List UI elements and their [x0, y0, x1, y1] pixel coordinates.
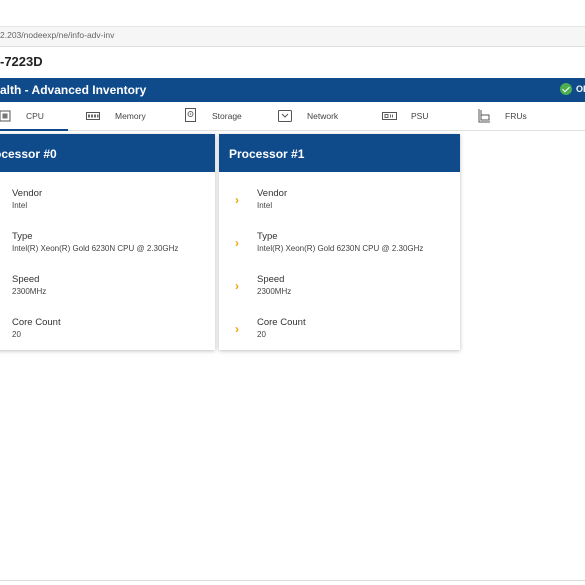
info-row-core-count: Core Count 20 [0, 317, 215, 357]
info-row-type[interactable]: › Type Intel(R) Xeon(R) Gold 6230N CPU @… [219, 231, 460, 271]
processor-card-1: Processor #1 › Vendor Intel › Type Intel… [219, 134, 460, 350]
row-value: Intel [257, 201, 273, 210]
tab-cpu[interactable]: CPU [0, 102, 68, 130]
info-row-vendor: Vendor Intel [0, 188, 215, 228]
tab-network[interactable]: Network [274, 102, 354, 130]
tab-label-storage: Storage [212, 111, 242, 121]
tab-storage[interactable]: Storage [180, 102, 260, 130]
processor-card-header: Processor #1 [219, 134, 460, 172]
tab-frus[interactable]: FRUs [475, 102, 545, 130]
hostname-title: -7223D [0, 54, 43, 69]
row-value: 2300MHz [12, 287, 47, 296]
processor-title: Processor #1 [229, 147, 305, 161]
url-text[interactable]: 2.203/nodeexp/ne/info-adv-inv [0, 30, 114, 40]
row-label: Type [12, 231, 33, 242]
tab-label-memory: Memory [115, 111, 146, 121]
check-circle-icon [560, 83, 572, 95]
chevron-right-icon[interactable]: › [235, 279, 239, 293]
processor-title: ocessor #0 [0, 147, 57, 161]
row-value: 20 [12, 330, 21, 339]
row-value: Intel(R) Xeon(R) Gold 6230N CPU @ 2.30GH… [12, 244, 179, 253]
row-label: Vendor [257, 188, 288, 199]
cpu-icon [0, 110, 11, 122]
chevron-right-icon[interactable]: › [235, 322, 239, 336]
processor-card-0: ocessor #0 Vendor Intel Type Intel(R) Xe… [0, 134, 215, 350]
browser-top-strip [0, 0, 585, 27]
info-row-type: Type Intel(R) Xeon(R) Gold 6230N CPU @ 2… [0, 231, 215, 271]
tab-memory[interactable]: Memory [80, 102, 160, 130]
tab-label-cpu: CPU [26, 111, 44, 121]
row-value: 2300MHz [257, 287, 292, 296]
row-label: Type [257, 231, 278, 242]
info-row-speed: Speed 2300MHz [0, 274, 215, 314]
tab-label-psu: PSU [411, 111, 429, 121]
fru-icon [478, 109, 490, 123]
row-value: 20 [257, 330, 266, 339]
tab-psu[interactable]: PSU [380, 102, 440, 130]
memory-icon [86, 112, 100, 120]
info-row-speed[interactable]: › Speed 2300MHz [219, 274, 460, 314]
row-value: Intel(R) Xeon(R) Gold 6230N CPU @ 2.30GH… [257, 244, 424, 253]
row-label: Core Count [257, 317, 306, 328]
row-label: Vendor [12, 188, 43, 199]
page-title: alth - Advanced Inventory [0, 83, 147, 97]
chevron-right-icon[interactable]: › [235, 236, 239, 250]
page-title-bar: alth - Advanced Inventory OI [0, 78, 585, 102]
storage-icon [185, 108, 196, 122]
tab-label-frus: FRUs [505, 111, 527, 121]
bottom-divider [0, 580, 585, 581]
address-bar[interactable]: 2.203/nodeexp/ne/info-adv-inv [0, 27, 585, 47]
tab-bar: CPU Memory Storage Network PSU FRUs [0, 102, 585, 131]
chevron-right-icon[interactable]: › [235, 193, 239, 207]
psu-icon [382, 112, 397, 120]
selected-tab-indicator [0, 129, 68, 131]
network-icon [278, 110, 292, 122]
row-value: Intel [12, 201, 28, 210]
status-text: OI [576, 84, 585, 94]
status-indicator: OI [560, 83, 585, 95]
row-label: Core Count [12, 317, 61, 328]
info-row-vendor[interactable]: › Vendor Intel [219, 188, 460, 228]
tab-label-network: Network [307, 111, 339, 121]
info-row-core-count[interactable]: › Core Count 20 [219, 317, 460, 357]
row-label: Speed [12, 274, 40, 285]
row-label: Speed [257, 274, 285, 285]
processor-card-header: ocessor #0 [0, 134, 215, 172]
